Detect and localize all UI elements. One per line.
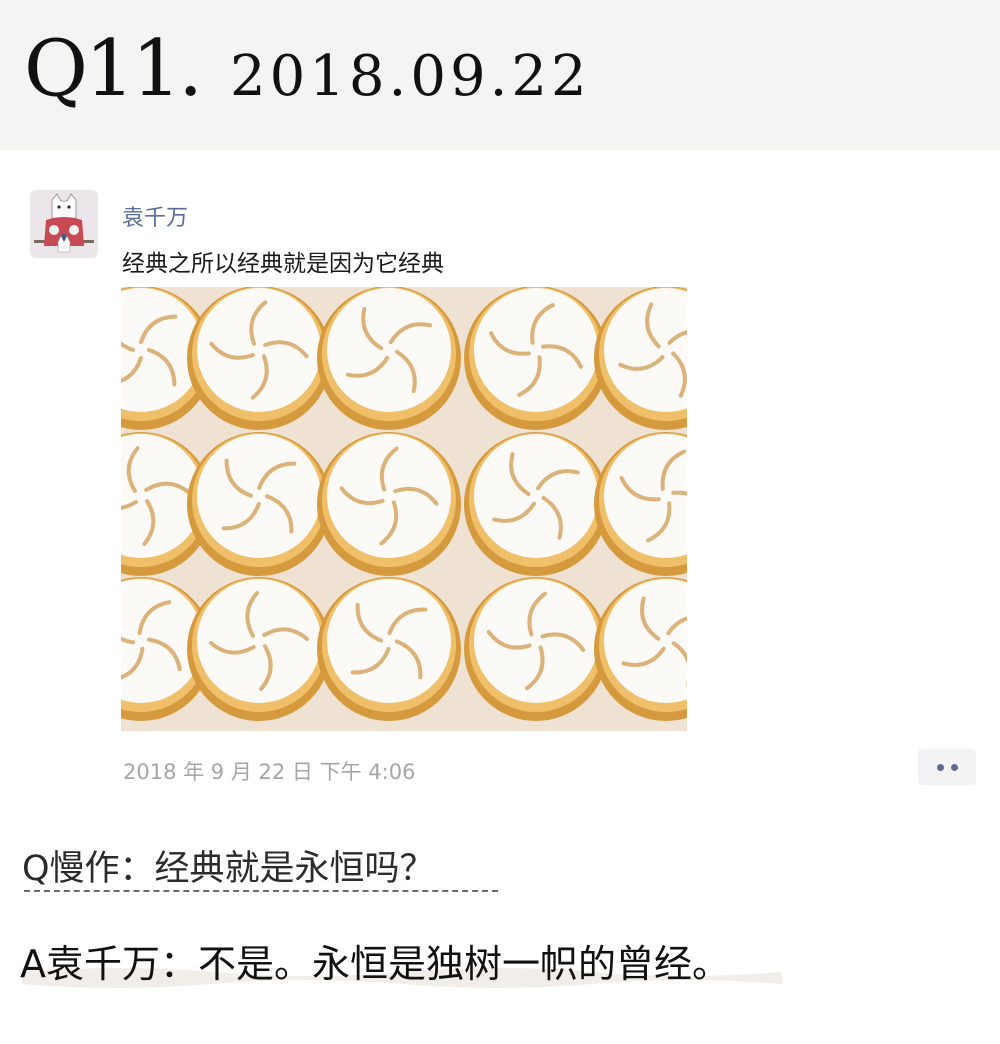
answer-text: A袁千万：不是。永恒是独树一帜的曾经。 [20, 942, 730, 986]
lemon-meringue-tarts-image [121, 287, 687, 731]
post-timestamp: 2018 年 9 月 22 日 下午 4:06 [123, 760, 416, 784]
tart [464, 287, 608, 430]
more-button[interactable] [918, 749, 976, 785]
tart [317, 577, 461, 721]
header-banner: Q11. 2018.09.22 [0, 0, 1000, 150]
question-dashed-underline [24, 890, 498, 892]
ellipsis-icon [936, 763, 944, 771]
tart [187, 287, 331, 430]
tart [187, 577, 331, 721]
post-photo[interactable] [121, 287, 687, 731]
tart [464, 432, 608, 576]
question-date: 2018.09.22 [230, 44, 591, 109]
ellipsis-icon [950, 763, 958, 771]
tart [317, 432, 461, 576]
tart [187, 432, 331, 576]
tart [317, 287, 461, 430]
header-title: Q11. 2018.09.22 [24, 30, 591, 108]
avatar[interactable] [30, 190, 98, 258]
cat-avatar-icon [30, 190, 98, 258]
post-text: 经典之所以经典就是因为它经典 [122, 251, 444, 277]
question-number: Q11. [24, 24, 203, 114]
tart [464, 577, 608, 721]
question-text: Q慢作：经典就是永恒吗？ [22, 849, 435, 889]
post-author[interactable]: 袁千万 [122, 200, 188, 232]
